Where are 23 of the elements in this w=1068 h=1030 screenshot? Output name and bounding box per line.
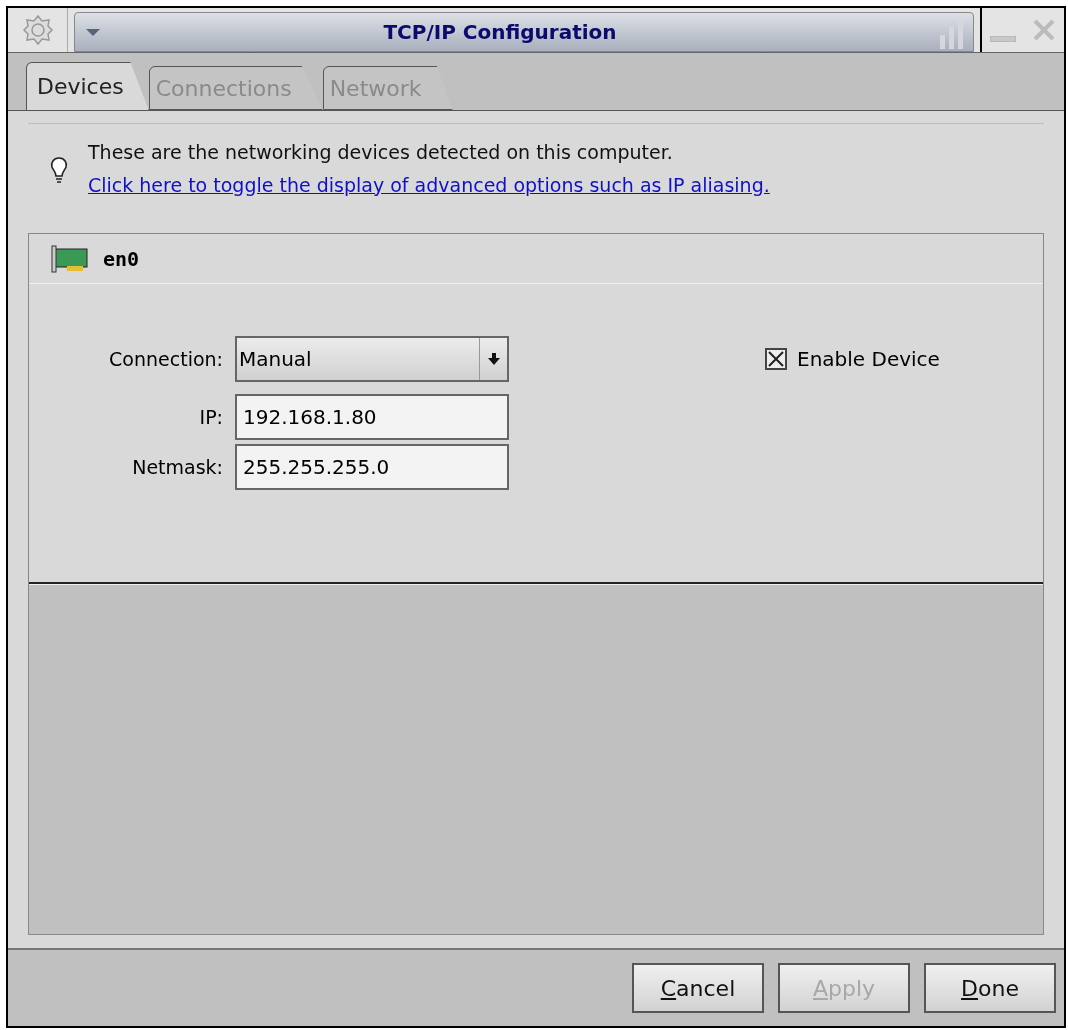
netmask-label: Netmask: — [131, 454, 223, 480]
down-arrow-icon — [487, 353, 500, 365]
minimize-icon — [990, 36, 1016, 42]
ip-label: IP: — [198, 404, 223, 430]
tab[interactable]: Devices — [26, 62, 149, 110]
dropdown-icon[interactable] — [85, 27, 101, 37]
info-text: These are the networking devices detected on this computer. — [88, 140, 674, 165]
dialog-button[interactable]: Done — [924, 963, 1056, 1013]
connection-label: Connection: — [108, 346, 223, 372]
close-icon — [1032, 18, 1056, 42]
check-x-icon — [768, 351, 784, 367]
connection-dropdown[interactable]: Manual — [235, 336, 509, 382]
window-title: TCP/IP Configuration — [382, 19, 618, 46]
device-name: en0 — [103, 245, 140, 273]
advanced-options-link[interactable]: Click here to toggle the display of advanced options such as IP aliasing. — [88, 170, 770, 199]
lightbulb-icon — [50, 156, 68, 184]
enable-device-label: Enable Device — [797, 346, 940, 373]
netmask-field[interactable]: 255.255.255.0 — [235, 444, 509, 490]
dialog-button[interactable]: Cancel — [632, 963, 764, 1013]
ip-field[interactable]: 192.168.1.80 — [235, 394, 509, 440]
network-card-icon — [51, 244, 89, 273]
gear-icon — [21, 14, 54, 46]
enable-device-checkbox[interactable] — [765, 348, 787, 370]
